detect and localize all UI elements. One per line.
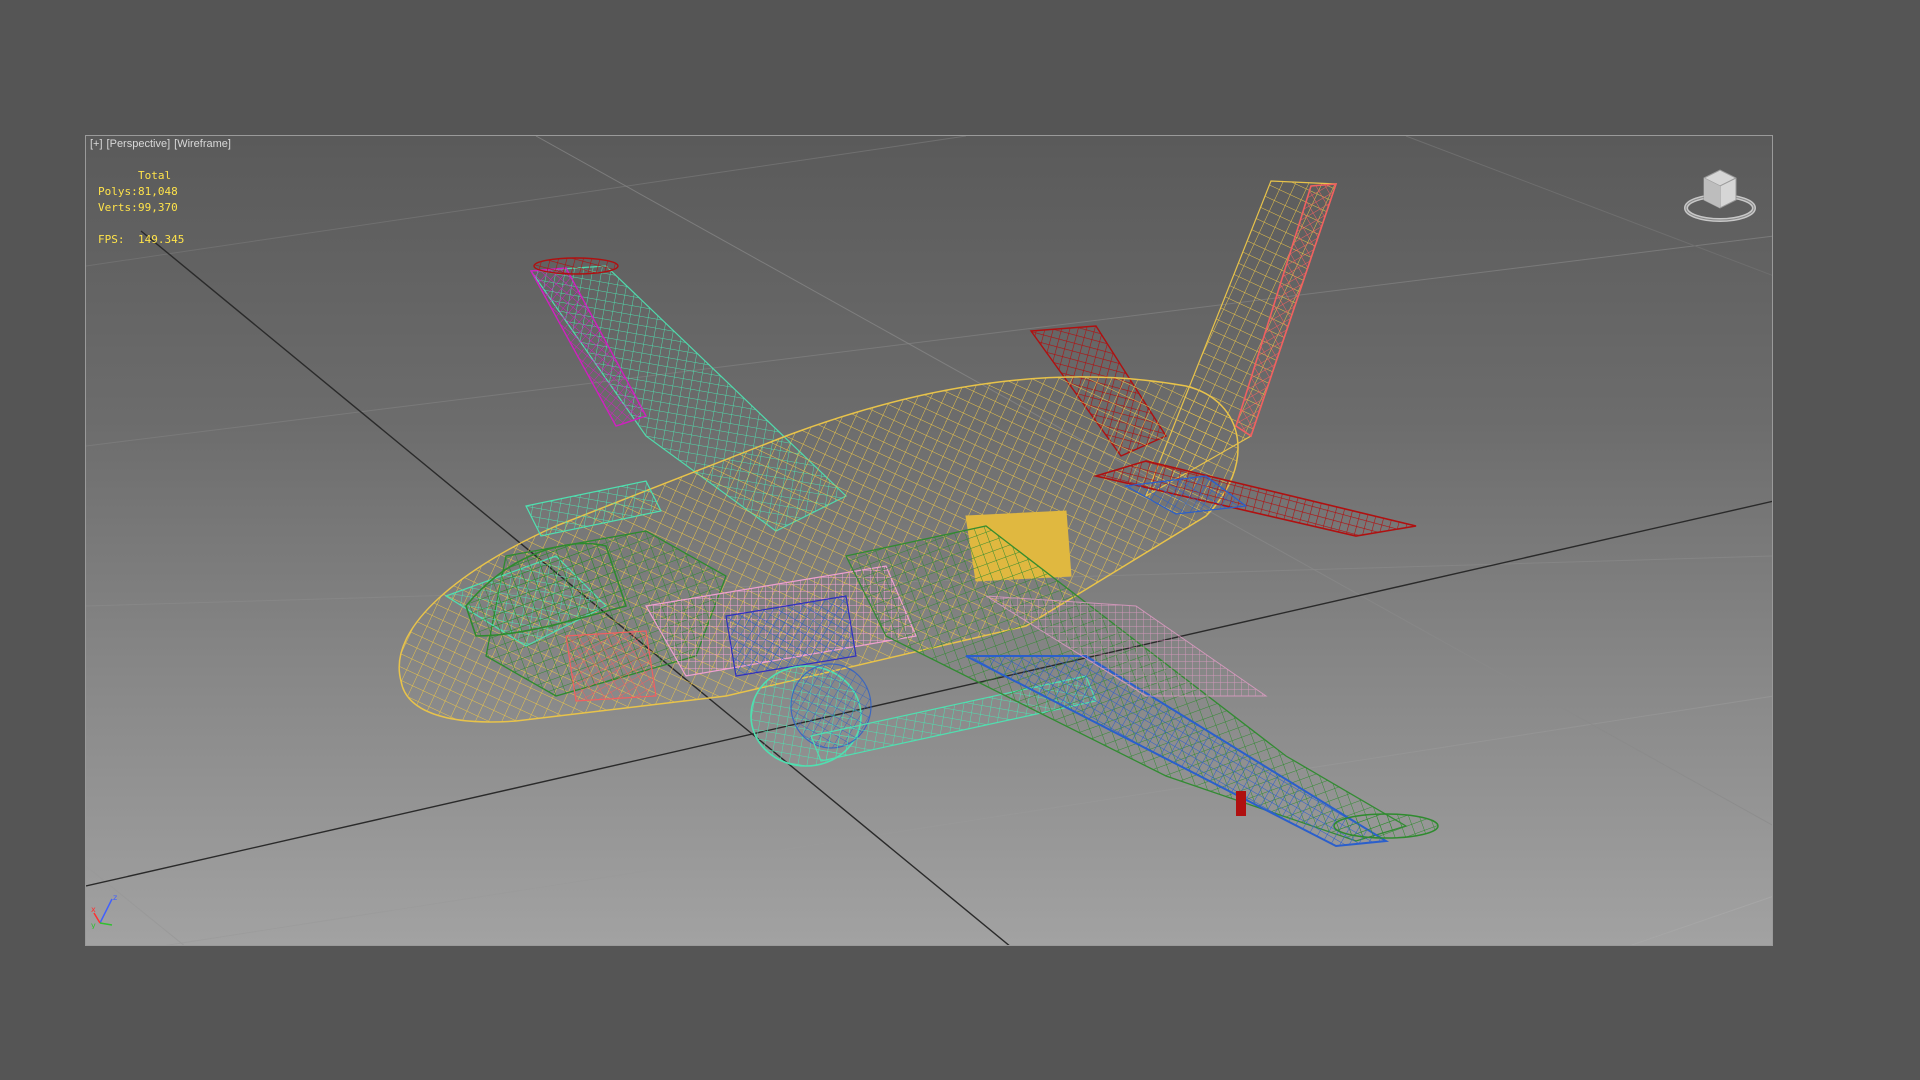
viewport-shading-label[interactable]: [Wireframe] [174,138,231,150]
viewcube-icon[interactable] [1682,164,1758,224]
stats-header: Total [138,169,172,182]
axis-z-label: z [113,893,117,902]
stats-verts-row: Verts: 99,370 [98,200,184,216]
airplane-model[interactable] [398,180,1439,848]
viewport-menu-plus[interactable]: [+] [90,138,103,150]
app-window: [+] [Perspective] [Wireframe] Total Polys:… [0,0,1920,1080]
viewport-labels: [+] [Perspective] [Wireframe] [90,138,235,150]
axis-y-label: y [91,921,96,929]
stats-fps-value: 149.345 [138,233,185,246]
axis-x-label: x [91,905,96,914]
viewport-view-label[interactable]: [Perspective] [107,138,171,150]
viewport-statistics: Total Polys: 81,048 Verts: 99,370 FPS: 1… [98,168,184,248]
stats-polys-value: 81,048 [138,185,178,198]
stats-fps-row: FPS: 149.345 [98,232,184,248]
perspective-viewport[interactable]: [+] [Perspective] [Wireframe] Total Polys:… [85,135,1773,946]
stats-verts-value: 99,370 [138,201,178,214]
axis-tripod-icon: z x y [91,893,117,929]
viewport-scene[interactable] [86,136,1773,946]
stats-verts-label: Verts: [98,201,138,214]
stats-polys-row: Polys: 81,048 [98,184,184,200]
stats-polys-label: Polys: [98,185,138,198]
stats-fps-label: FPS: [98,233,125,246]
